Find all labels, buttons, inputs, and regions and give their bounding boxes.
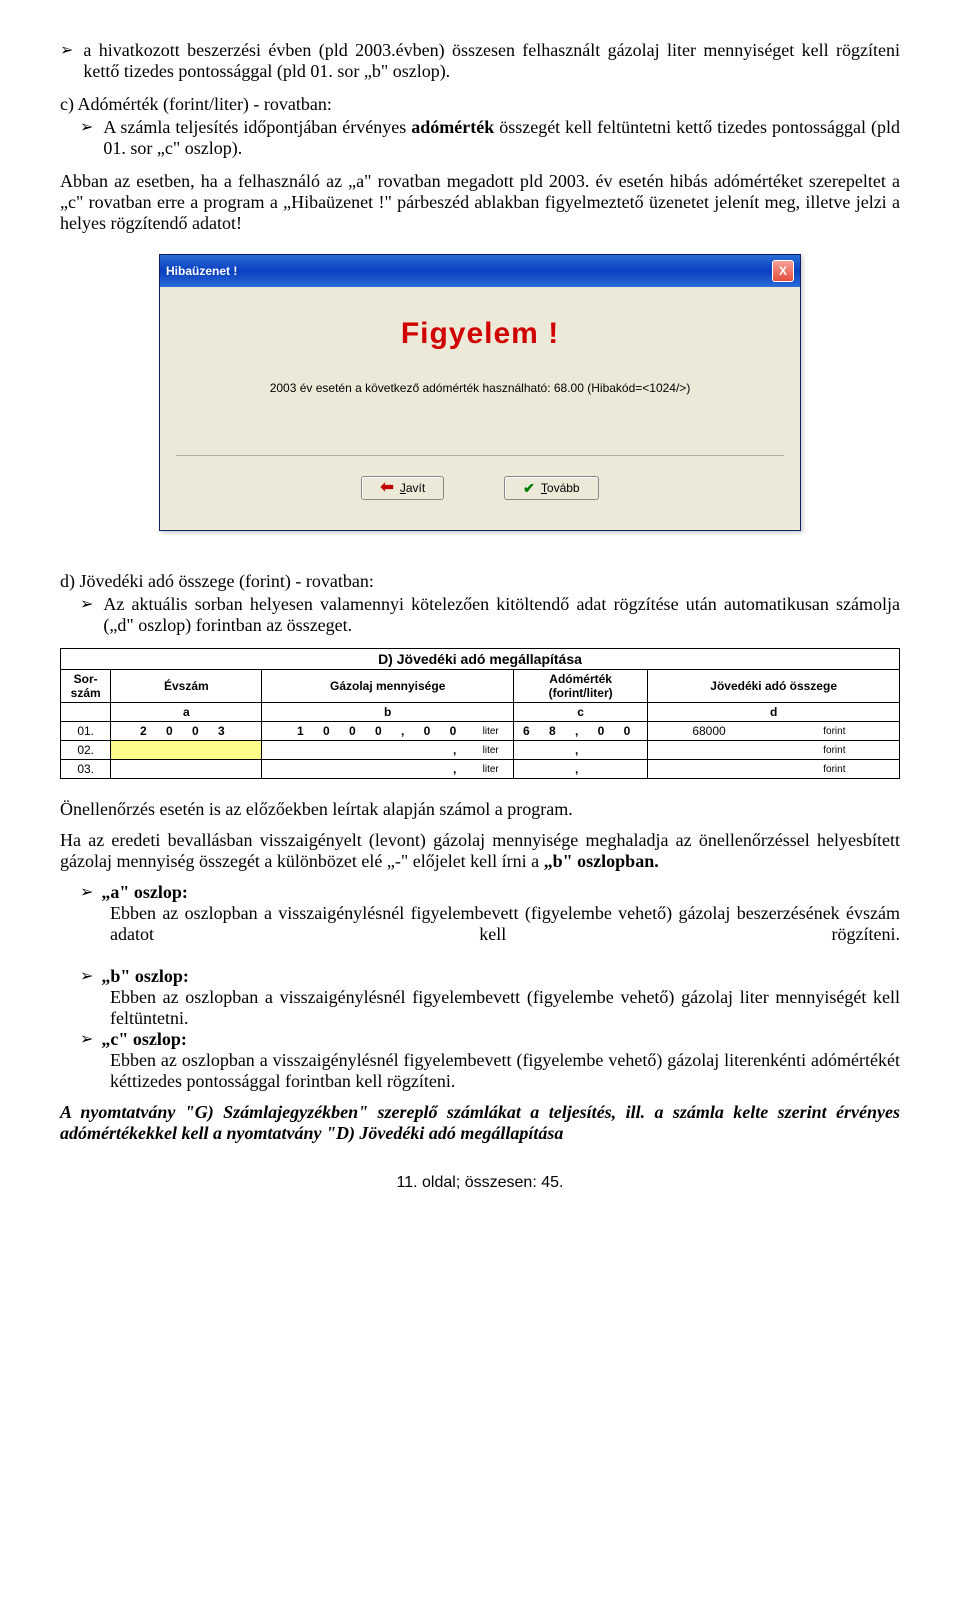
dialog-titlebar: Hibaüzenet ! X (160, 255, 800, 287)
dialog-message: 2003 év esetén a következő adómérték has… (176, 381, 784, 395)
cell-jovedeki: 68000 (648, 722, 770, 741)
col-b-label-line: ➢ „b" oszlop: (60, 966, 900, 987)
sub-d: d (648, 703, 900, 722)
section-d-bullet-text: Az aktuális sorban helyesen valamennyi k… (103, 594, 900, 636)
paragraph-1: Abban az esetben, ha a felhasználó az „a… (60, 171, 900, 234)
sub-b: b (262, 703, 514, 722)
cell-evszam[interactable] (111, 741, 262, 760)
dialog-headline: Figyelem ! (176, 317, 784, 351)
javit-label: Javít (400, 481, 425, 495)
th-jovedeki: Jövedéki adó összege (648, 670, 900, 703)
arrow-left-icon: ⬅ (380, 480, 393, 496)
col-c-label-line: ➢ „c" oszlop: (60, 1029, 900, 1050)
col-a-text: Ebben az oszlopban a visszaigénylésnél f… (60, 903, 900, 966)
para-onell: Önellenőrzés esetén is az előzőekben leí… (60, 799, 900, 820)
intro-bullet-text: a hivatkozott beszerzési évben (pld 2003… (83, 40, 900, 82)
dialog-divider (176, 455, 784, 456)
tovabb-button[interactable]: ✔ Tovább (504, 476, 598, 500)
arrow-icon: ➢ (80, 966, 93, 986)
final-italic: A nyomtatvány "G) Számlajegyzékben" szer… (60, 1102, 900, 1144)
section-d-title: d) Jövedéki adó összege (forint) - rovat… (60, 571, 900, 592)
section-c-bullet: ➢ A számla teljesítés időpontjában érvén… (60, 117, 900, 159)
arrow-icon: ➢ (60, 40, 73, 60)
cell-gazolaj[interactable]: 1 0 0 0 , 0 0 (262, 722, 469, 741)
th-adomertek: Adómérték(forint/liter) (514, 670, 648, 703)
col-b-label: „b" oszlop: (101, 966, 189, 987)
check-icon: ✔ (523, 481, 535, 495)
para-ha: Ha az eredeti bevallásban visszaigényelt… (60, 830, 900, 872)
section-d-bullet: ➢ Az aktuális sorban helyesen valamennyi… (60, 594, 900, 636)
col-c-label: „c" oszlop: (101, 1029, 186, 1050)
cell-evszam[interactable]: 2 0 0 3 (111, 722, 262, 741)
page-footer: 11. oldal; összesen: 45. (60, 1174, 900, 1192)
cell-adomertek[interactable]: 6 8 , 0 0 (514, 722, 648, 741)
table-title: D) Jövedéki adó megállapítása (61, 649, 900, 670)
dialog-screenshot: Hibaüzenet ! X Figyelem ! 2003 év esetén… (60, 254, 900, 531)
close-icon[interactable]: X (772, 260, 794, 282)
sub-a: a (111, 703, 262, 722)
arrow-icon: ➢ (80, 594, 93, 614)
th-gazolaj: Gázolaj mennyisége (262, 670, 514, 703)
javit-button[interactable]: ⬅ Javít (361, 476, 444, 500)
cell-gazolaj[interactable]: , (262, 760, 469, 779)
sub-c: c (514, 703, 648, 722)
table-row: 02. , liter , forint (61, 741, 900, 760)
dialog-title-text: Hibaüzenet ! (166, 264, 237, 278)
arrow-icon: ➢ (80, 882, 93, 902)
cell-adomertek[interactable]: , (514, 741, 648, 760)
cell-gazolaj[interactable]: , (262, 741, 469, 760)
cell-adomertek[interactable]: , (514, 760, 648, 779)
arrow-icon: ➢ (80, 117, 93, 137)
intro-bullet-block: ➢ a hivatkozott beszerzési évben (pld 20… (60, 40, 900, 82)
section-c-bullet-text: A számla teljesítés időpontjában érvénye… (103, 117, 900, 159)
arrow-icon: ➢ (80, 1029, 93, 1049)
col-c-text: Ebben az oszlopban a visszaigénylésnél f… (60, 1050, 900, 1092)
table-row: 01. 2 0 0 3 1 0 0 0 , 0 0 liter 6 8 , 0 … (61, 722, 900, 741)
table-row: 03. , liter , forint (61, 760, 900, 779)
col-a-label: „a" oszlop: (101, 882, 188, 903)
section-c-title: c) Adómérték (forint/liter) - rovatban: (60, 94, 900, 115)
cell-evszam[interactable] (111, 760, 262, 779)
th-sorszam: Sor-szám (61, 670, 111, 703)
col-b-text: Ebben az oszlopban a visszaigénylésnél f… (60, 987, 900, 1029)
tovabb-label: Tovább (541, 481, 580, 495)
col-a-label-line: ➢ „a" oszlop: (60, 882, 900, 903)
table-d: D) Jövedéki adó megállapítása Sor-szám É… (60, 648, 900, 779)
th-evszam: Évszám (111, 670, 262, 703)
